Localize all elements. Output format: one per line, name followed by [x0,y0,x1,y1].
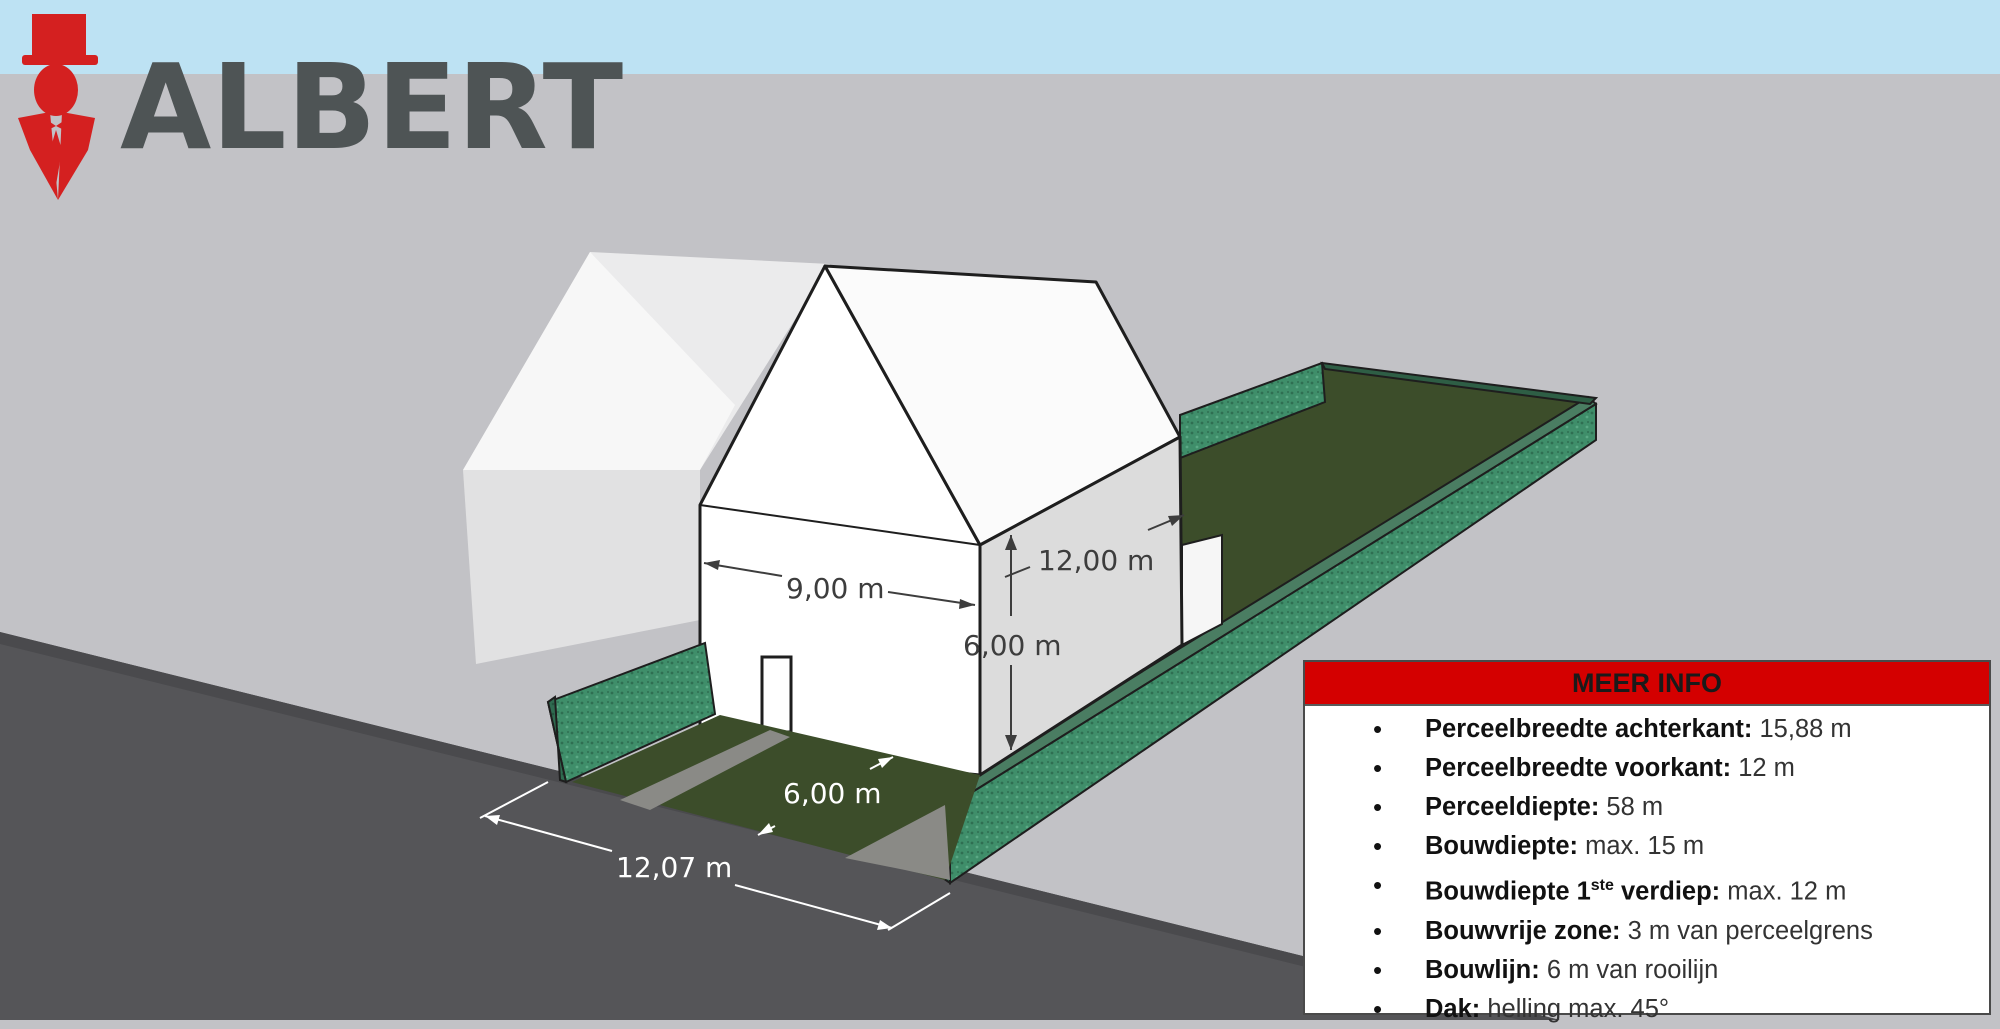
bullet-icon: • [1373,831,1383,861]
info-item-plot-depth: • Perceeldiepte: 58 m [1305,788,1989,827]
dim-plot-front-label: 12,07 m [616,851,732,884]
logo-text: ALBERT [120,38,623,176]
bullet-icon: • [1373,870,1383,900]
info-item-roof: • Dak: helling max. 45° [1305,990,1989,1029]
info-item-build-depth-first-floor: • Bouwdiepte 1ste verdiep: max. 12 m [1305,866,1989,912]
info-item-plot-width-front: • Perceelbreedte voorkant: 12 m [1305,749,1989,788]
info-item-plot-width-back: • Perceelbreedte achterkant: 15,88 m [1305,710,1989,749]
dim-house-depth-label: 12,00 m [1038,544,1154,577]
info-panel-title: MEER INFO [1305,662,1989,706]
bullet-icon: • [1373,792,1383,822]
info-item-build-depth: • Bouwdiepte: max. 15 m [1305,827,1989,866]
info-item-free-zone: • Bouwvrije zone: 3 m van perceelgrens [1305,912,1989,951]
bullet-icon: • [1373,993,1383,1024]
bullet-icon: • [1373,954,1383,985]
bullet-icon: • [1373,753,1383,783]
info-item-building-line: • Bouwlijn: 6 m van rooilijn [1305,951,1989,990]
dim-house-height-label: 6,00 m [963,629,1062,662]
info-panel: MEER INFO • Perceelbreedte achterkant: 15… [1303,660,1991,1024]
dim-house-width-label: 9,00 m [786,572,885,605]
info-list: • Perceelbreedte achterkant: 15,88 m • Per… [1305,706,1989,1029]
dim-setback-label: 6,00 m [783,777,882,810]
bullet-icon: • [1373,714,1383,744]
front-door [760,655,793,734]
bullet-icon: • [1373,915,1383,946]
